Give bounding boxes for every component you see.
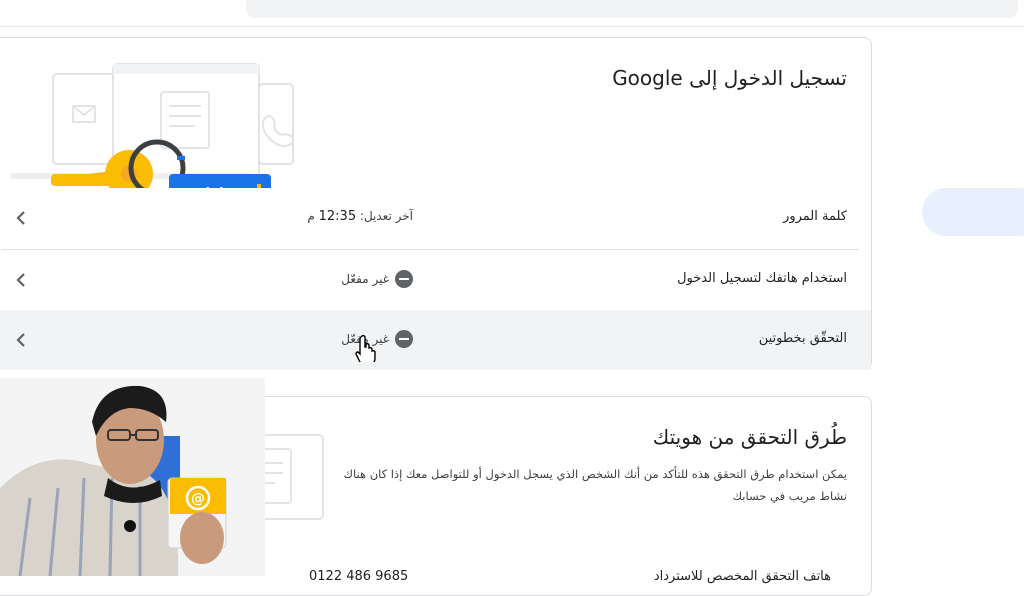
signin-card: تسجيل الدخول إلى Google ** كلمة المرور آ… bbox=[0, 37, 872, 370]
last-changed-prefix: آخر تعديل: bbox=[356, 209, 413, 223]
minus-circle-icon bbox=[395, 330, 413, 348]
password-row[interactable]: كلمة المرور آخر تعديل: 12:35 م bbox=[0, 188, 871, 248]
last-changed-time: 12:35 bbox=[318, 209, 357, 224]
identity-card-description: يمكن استخدام طرق التحقق هذه للتأكد من أن… bbox=[343, 467, 847, 503]
signin-illustration: ** bbox=[11, 63, 294, 188]
signin-card-title: تسجيل الدخول إلى Google bbox=[612, 66, 847, 90]
password-last-changed: آخر تعديل: 12:35 م bbox=[291, 209, 413, 224]
two-step-row[interactable]: التحقّق بخطوتين غير مفعّل bbox=[0, 310, 871, 370]
phone-signin-row-label: استخدام هاتفك لتسجيل الدخول bbox=[677, 271, 847, 286]
identity-card-title: طُرق التحقق من هويتك bbox=[652, 425, 847, 449]
recovery-phone-value: 0122 486 9685 bbox=[309, 569, 409, 584]
phone-signin-row[interactable]: استخدام هاتفك لتسجيل الدخول غير مفعّل bbox=[0, 250, 871, 310]
chevron-left-icon bbox=[16, 211, 25, 225]
chevron-left-icon bbox=[16, 333, 25, 347]
presenter-image: @ bbox=[0, 378, 265, 576]
password-row-label: كلمة المرور bbox=[783, 209, 847, 224]
svg-text:@: @ bbox=[191, 491, 205, 507]
cursor-hand-icon bbox=[355, 334, 376, 362]
minus-circle-icon bbox=[395, 270, 413, 288]
search-bar[interactable] bbox=[246, 0, 1018, 18]
top-bar bbox=[0, 0, 1024, 27]
recovery-phone-label: هاتف التحقق المخصص للاسترداد bbox=[653, 569, 831, 584]
phone-signin-status: غير مفعّل bbox=[321, 270, 413, 288]
two-step-row-label: التحقّق بخطوتين bbox=[758, 331, 847, 346]
webcam-overlay: @ bbox=[0, 378, 265, 576]
chevron-left-icon bbox=[16, 273, 25, 287]
last-changed-suffix: م bbox=[307, 209, 319, 223]
phone-signin-status-text: غير مفعّل bbox=[341, 272, 389, 286]
side-nav-pill[interactable] bbox=[922, 188, 1024, 236]
